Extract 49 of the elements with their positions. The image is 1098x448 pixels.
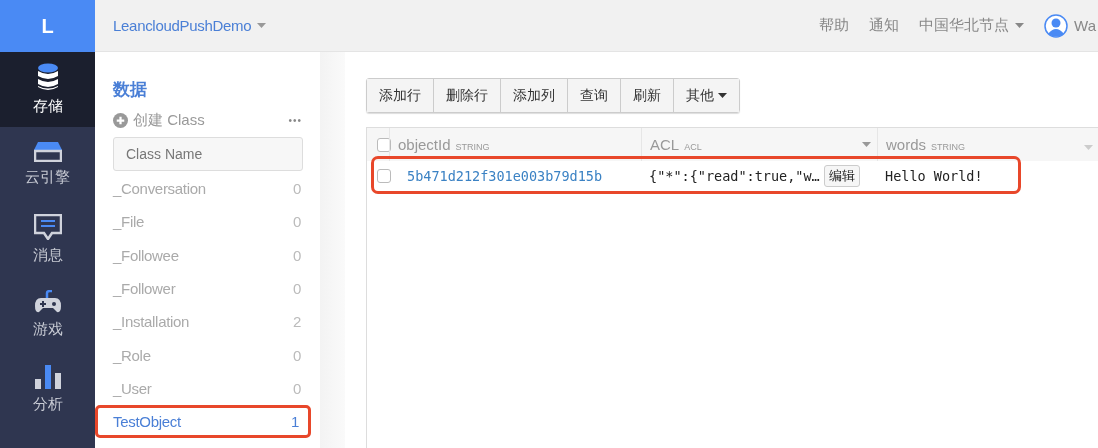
toolbar-button[interactable]: 添加行 <box>367 79 433 112</box>
panel-title: 数据 <box>113 79 148 101</box>
column-header[interactable]: objectId STRING <box>389 128 641 161</box>
caret-icon <box>257 23 267 28</box>
class-item[interactable]: _Installation 2 <box>113 305 302 339</box>
region-dropdown[interactable]: 中国华北节点 <box>919 16 1025 35</box>
toolbar-button[interactable]: 添加列 <box>500 79 567 112</box>
caret-icon <box>718 93 727 98</box>
app-switcher[interactable]: LeancloudPushDemo <box>113 17 267 34</box>
class-item[interactable]: _File 0 <box>113 205 302 239</box>
nav-item[interactable]: 消息 <box>0 202 95 277</box>
class-item[interactable]: TestObject 1 <box>95 405 311 439</box>
caret-icon <box>1015 23 1025 28</box>
top-link[interactable]: 通知 <box>869 16 900 35</box>
table-cell-text: Hello World! <box>884 168 984 184</box>
user-name[interactable]: Wa <box>1074 17 1096 34</box>
more-button[interactable]: ••• <box>288 115 302 126</box>
gamepad-icon <box>33 290 62 314</box>
plus-circle-icon <box>113 113 128 128</box>
database-icon <box>36 63 59 91</box>
server-icon <box>33 142 62 162</box>
column-menu-caret-icon <box>1084 144 1093 150</box>
nav-item[interactable]: 分析 <box>0 352 95 427</box>
user-avatar-icon[interactable] <box>1044 13 1069 38</box>
top-link[interactable]: 帮助 <box>819 16 850 35</box>
class-item[interactable]: _Follower 0 <box>113 271 302 306</box>
bar-chart-icon <box>33 365 62 389</box>
toolbar-button[interactable]: 其他 <box>673 79 739 112</box>
class-item[interactable]: _Conversation 0 <box>113 172 302 206</box>
nav-item[interactable]: 存储 <box>0 52 95 127</box>
toolbar-button[interactable]: 查询 <box>567 79 620 112</box>
class-search-field[interactable]: Class Name <box>113 137 303 171</box>
column-header[interactable]: words STRING <box>877 128 1084 161</box>
toolbar-button[interactable]: 刷新 <box>620 79 673 112</box>
nav-item[interactable]: 云引擎 <box>0 127 95 202</box>
message-icon <box>33 214 62 240</box>
acl-value: {"*":{"read":true,"w… <box>649 168 820 184</box>
sort-caret-icon <box>862 142 871 147</box>
class-item[interactable]: _Followee 0 <box>113 238 302 272</box>
column-header[interactable]: ACL ACL <box>641 128 877 161</box>
class-item[interactable]: _Role 0 <box>113 338 302 372</box>
object-id-link[interactable]: 5b471d212f301e003b79d15b <box>389 168 641 184</box>
row-checkbox[interactable] <box>377 169 391 183</box>
nav-item[interactable]: 游戏 <box>0 277 95 352</box>
class-item[interactable]: _User 0 <box>113 371 302 406</box>
logo[interactable]: L <box>0 0 95 52</box>
create-class-button[interactable]: 创建 Class <box>113 111 205 130</box>
toolbar-button[interactable]: 删除行 <box>433 79 500 112</box>
edit-button[interactable]: 编辑 <box>823 165 860 187</box>
